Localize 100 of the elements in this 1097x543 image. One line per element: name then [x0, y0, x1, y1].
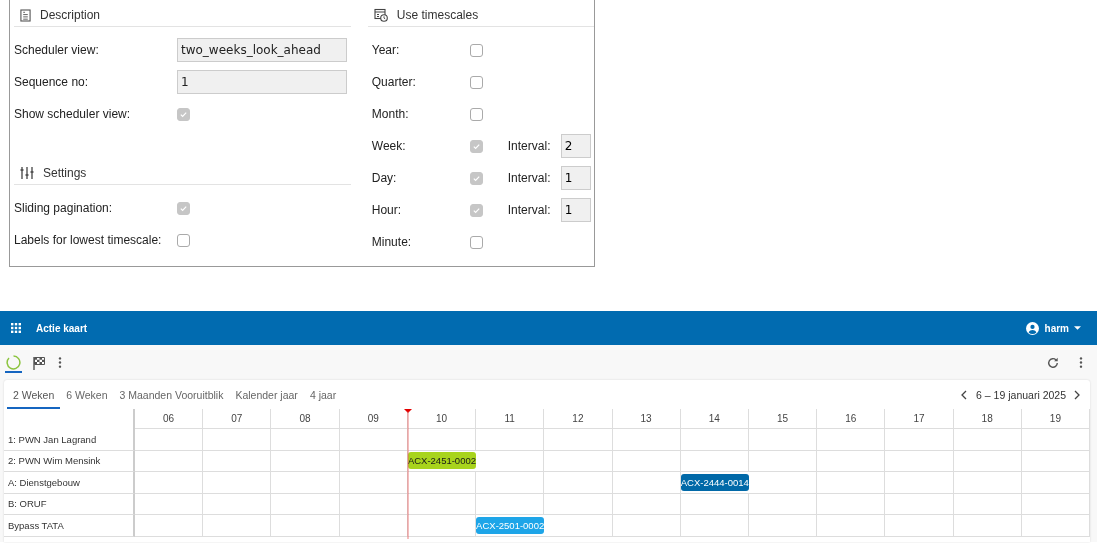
grid-cell[interactable]: [748, 429, 818, 451]
grid-cell[interactable]: [407, 429, 477, 451]
grid-cell[interactable]: [680, 493, 749, 515]
checkbox[interactable]: [469, 235, 483, 249]
field-label: Hour:: [370, 203, 403, 217]
grid-cell[interactable]: [203, 429, 272, 451]
grid-cell[interactable]: [817, 472, 886, 494]
checkbox[interactable]: [469, 203, 483, 217]
check-icon: [179, 109, 188, 119]
grid-cell[interactable]: [817, 493, 886, 515]
grid-cell[interactable]: [612, 450, 681, 472]
grid-cell[interactable]: [476, 472, 545, 494]
caret-icon[interactable]: [1074, 326, 1081, 330]
grid-cell[interactable]: [748, 472, 818, 494]
grid-cell[interactable]: [203, 493, 272, 515]
grid-cell[interactable]: [203, 515, 272, 537]
tab[interactable]: 3 Maanden Vooruitblik: [113, 382, 230, 409]
input-field[interactable]: 1: [560, 198, 591, 222]
grid-cell[interactable]: [407, 493, 477, 515]
grid-cell[interactable]: [885, 429, 954, 451]
flag-icon[interactable]: [32, 355, 46, 370]
grid-cell[interactable]: [271, 493, 340, 515]
event-bar[interactable]: ACX-2444-0014: [680, 473, 749, 491]
checkbox[interactable]: [469, 107, 483, 121]
grid-cell[interactable]: [1021, 429, 1090, 451]
checkbox[interactable]: [177, 233, 190, 247]
grid-cell[interactable]: [271, 450, 340, 472]
input-field[interactable]: two_weeks_look_ahead: [177, 38, 347, 62]
event-bar[interactable]: ACX-2451-0002: [407, 452, 477, 470]
tab[interactable]: 2 Weken: [7, 382, 61, 409]
grid-cell[interactable]: [1021, 450, 1090, 472]
input-field[interactable]: 2: [560, 134, 591, 158]
grid-cell[interactable]: [612, 429, 681, 451]
grid-cell[interactable]: [817, 450, 886, 472]
grid-cell[interactable]: [544, 472, 613, 494]
more-icon[interactable]: [1079, 357, 1083, 368]
grid-cell[interactable]: [544, 450, 613, 472]
grid-cell[interactable]: [1021, 472, 1090, 494]
grid-cell[interactable]: [953, 515, 1022, 537]
grid-cell[interactable]: [680, 515, 749, 537]
chevron-left-icon[interactable]: [961, 389, 968, 400]
chevron-right-icon[interactable]: [1074, 389, 1080, 400]
grid-cell[interactable]: [885, 515, 954, 537]
day-label: 18: [981, 413, 993, 424]
grid-cell[interactable]: [885, 450, 954, 472]
grid-cell[interactable]: [953, 429, 1022, 451]
grid-cell[interactable]: [680, 450, 749, 472]
field-label: Year:: [370, 43, 401, 57]
checkbox[interactable]: [177, 107, 190, 121]
grid-cell[interactable]: [135, 450, 204, 472]
grid-cell[interactable]: [748, 515, 818, 537]
progress-ring-icon[interactable]: [6, 354, 21, 370]
tab[interactable]: 6 Weken: [60, 382, 114, 409]
checkbox[interactable]: [177, 201, 190, 215]
grid-cell[interactable]: [476, 429, 545, 451]
checkbox[interactable]: [469, 43, 483, 57]
grid-cell[interactable]: [476, 450, 545, 472]
grid-cell[interactable]: [476, 493, 545, 515]
grid-cell[interactable]: [1021, 515, 1090, 537]
grid-cell[interactable]: [817, 515, 886, 537]
grid-cell[interactable]: [544, 493, 613, 515]
grid-cell[interactable]: [407, 472, 477, 494]
grid-cell[interactable]: [271, 515, 340, 537]
user-name[interactable]: harm: [1044, 322, 1069, 334]
grid-cell[interactable]: [612, 472, 681, 494]
grid-cell[interactable]: [1021, 493, 1090, 515]
grid-cell[interactable]: [748, 493, 818, 515]
grid-cell[interactable]: [544, 429, 613, 451]
input-field[interactable]: 1: [177, 70, 347, 94]
grid-cell[interactable]: [135, 429, 204, 451]
grid-cell[interactable]: [612, 493, 681, 515]
resource-name: 1: PWN Jan Lagrand: [8, 433, 97, 445]
grid-cell[interactable]: [203, 450, 272, 472]
grid-cell[interactable]: [885, 493, 954, 515]
checkbox[interactable]: [469, 139, 483, 153]
grid-cell[interactable]: [135, 515, 204, 537]
grid-cell[interactable]: [953, 472, 1022, 494]
grid-cell[interactable]: [680, 429, 749, 451]
apps-icon[interactable]: [11, 323, 21, 333]
user-icon[interactable]: [1025, 321, 1039, 335]
grid-cell[interactable]: [953, 450, 1022, 472]
grid-cell[interactable]: [407, 515, 477, 537]
grid-cell[interactable]: [271, 429, 340, 451]
grid-cell[interactable]: [612, 515, 681, 537]
grid-cell[interactable]: [953, 493, 1022, 515]
tab[interactable]: 4 jaar: [303, 382, 343, 409]
grid-cell[interactable]: [203, 472, 272, 494]
refresh-icon[interactable]: [1047, 356, 1059, 369]
grid-cell[interactable]: [885, 472, 954, 494]
more-icon[interactable]: [58, 357, 62, 368]
checkbox[interactable]: [469, 75, 483, 89]
input-field[interactable]: 1: [560, 166, 591, 190]
checkbox[interactable]: [469, 171, 483, 185]
grid-cell[interactable]: [135, 472, 204, 494]
grid-cell[interactable]: [817, 429, 886, 451]
grid-cell[interactable]: [271, 472, 340, 494]
grid-cell[interactable]: [748, 450, 818, 472]
tab[interactable]: Kalender jaar: [229, 382, 304, 409]
grid-cell[interactable]: [135, 493, 204, 515]
grid-cell[interactable]: [544, 515, 613, 537]
